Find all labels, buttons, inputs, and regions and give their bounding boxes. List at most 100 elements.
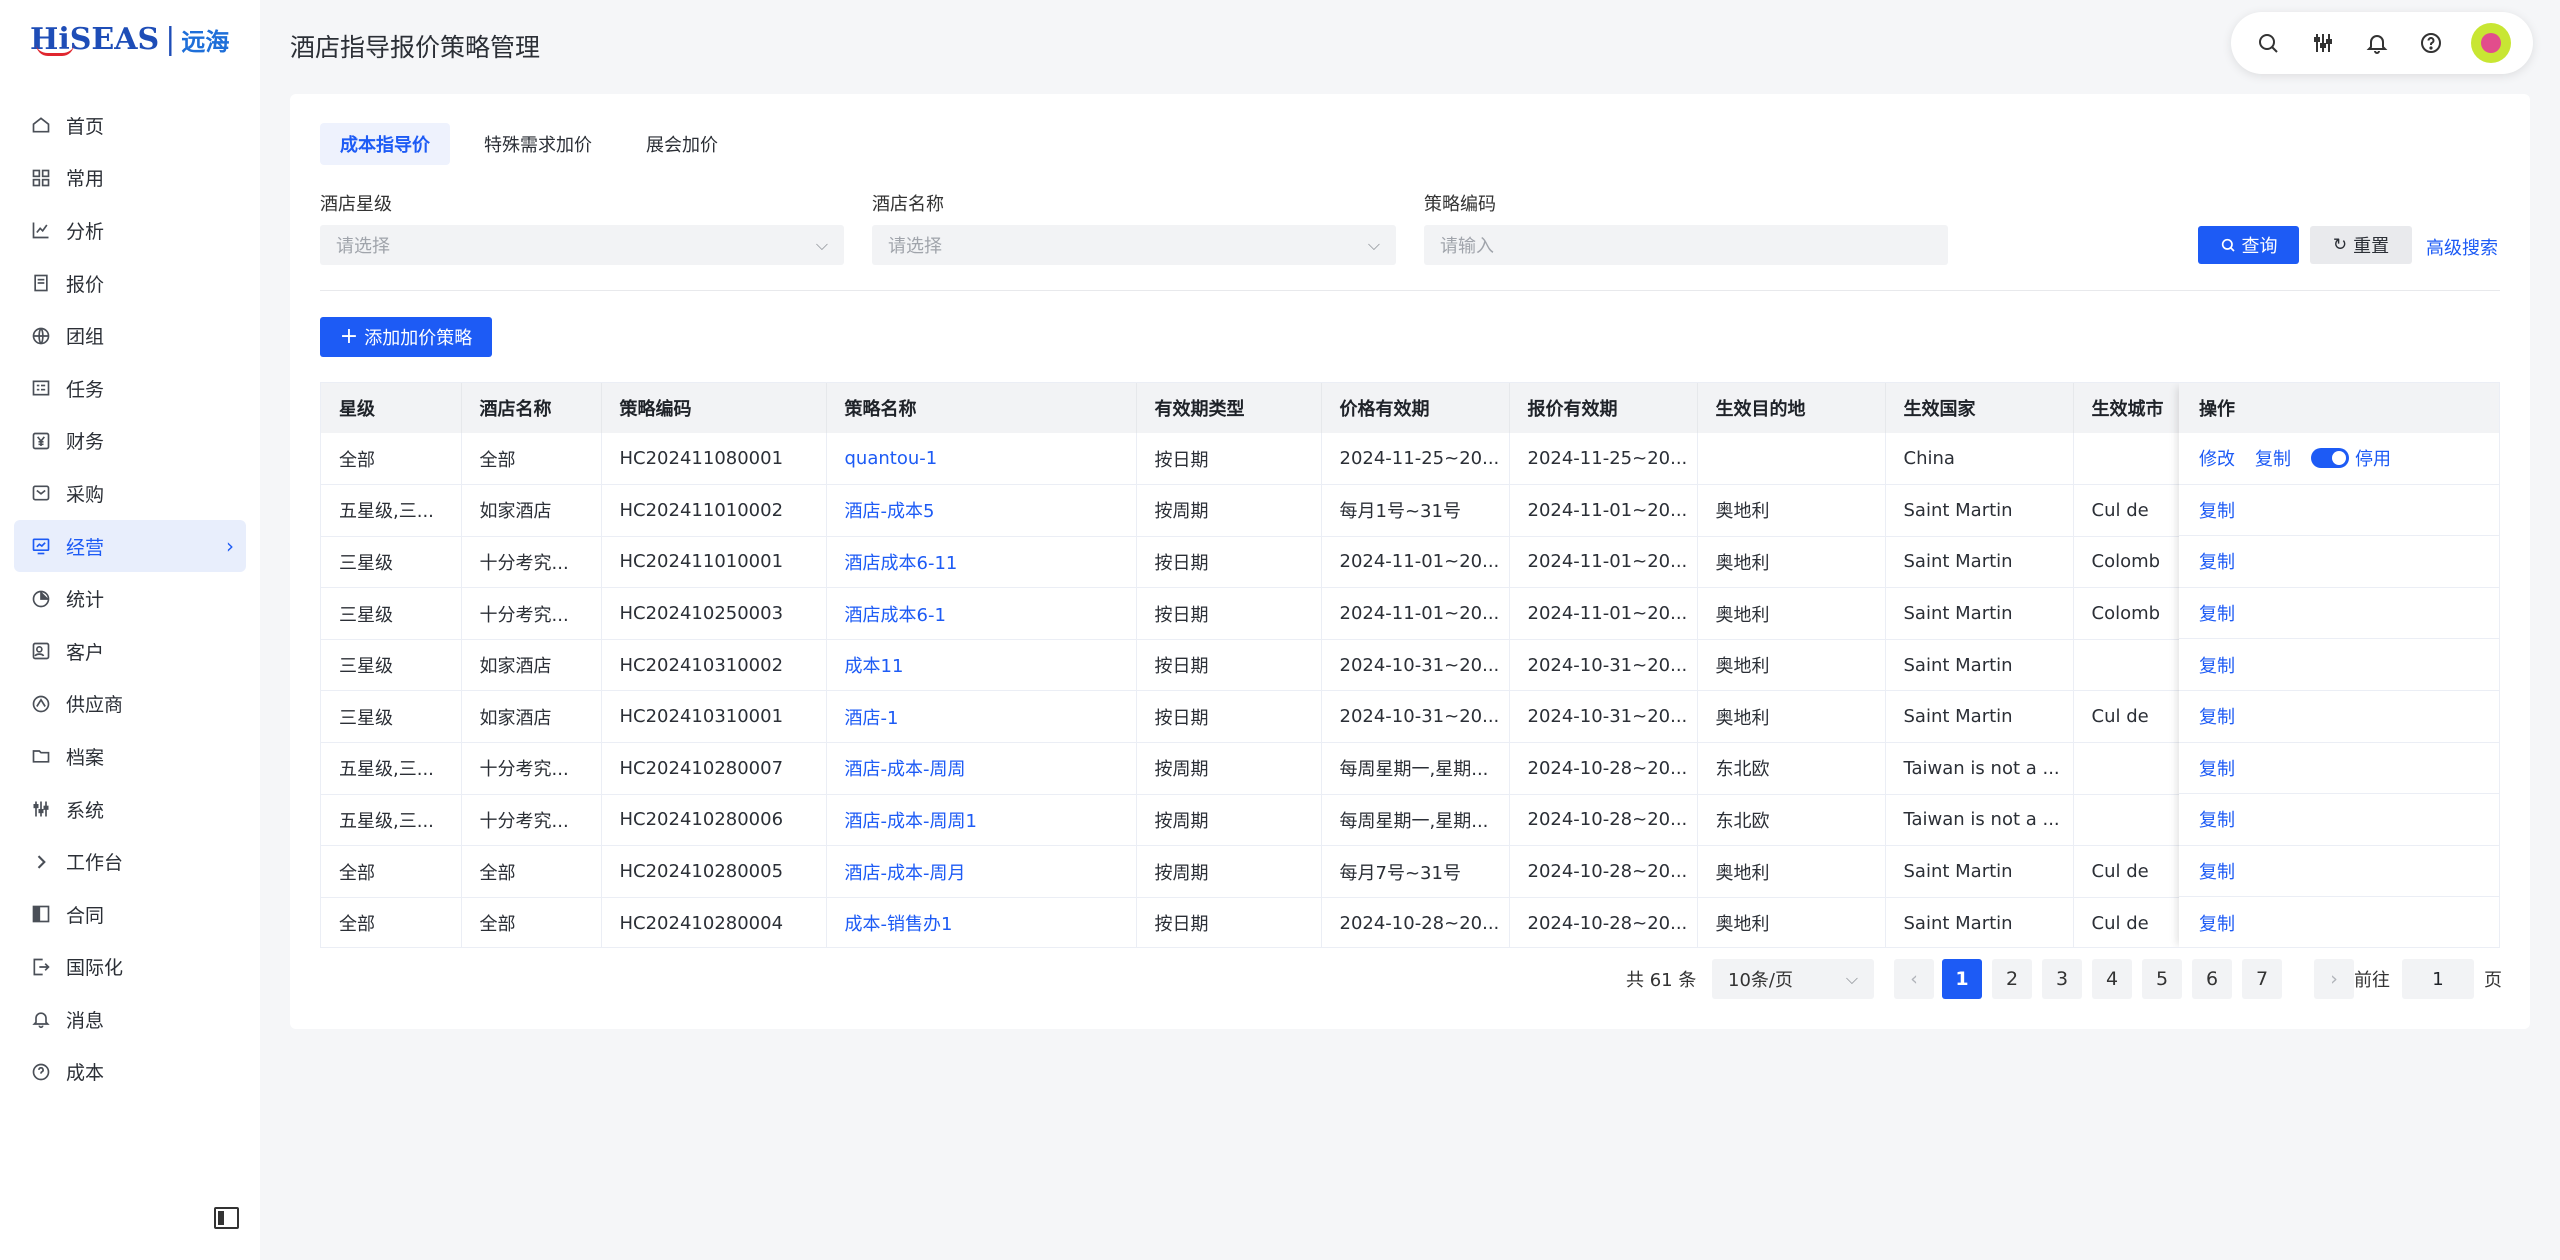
page-button-1[interactable]: 1 [1942, 959, 1982, 999]
chevron-down-icon: ⌵ [815, 235, 828, 254]
op-link-1[interactable]: 复制 [2255, 445, 2291, 471]
page-button-7[interactable]: 7 [2242, 959, 2282, 999]
exit-icon [30, 956, 52, 978]
cell-country: Saint Martin [1885, 639, 2074, 692]
advanced-search-link[interactable]: 高级搜索 [2426, 234, 2498, 260]
op-link-0[interactable]: 复制 [2199, 806, 2235, 832]
sidebar-item-10[interactable]: 客户 [14, 625, 246, 678]
op-link-0[interactable]: 复制 [2199, 703, 2235, 729]
sliders-icon [30, 798, 52, 820]
cell-code: HC202410280005 [601, 845, 827, 898]
tab-bar: 成本指导价 特殊需求加价 展会加价 [320, 123, 752, 165]
settings-sliders-icon[interactable] [2308, 28, 2338, 58]
op-link-0[interactable]: 复制 [2199, 755, 2235, 781]
pie-icon [30, 588, 52, 610]
user-avatar[interactable] [2470, 23, 2511, 63]
sidebar-item-label: 首页 [66, 115, 105, 138]
cell-quote: 2024-10-31~20... [1509, 639, 1698, 692]
cell-code: HC202410280006 [601, 794, 827, 847]
strategy-name-link[interactable]: 酒店成本6-11 [826, 536, 1137, 589]
cell-country: Saint Martin [1885, 897, 2074, 947]
cell-hotel: 全部 [461, 433, 602, 486]
page-button-5[interactable]: 5 [2142, 959, 2182, 999]
sidebar-item-17[interactable]: 消息 [14, 993, 246, 1046]
op-link-0[interactable]: 复制 [2199, 910, 2235, 936]
strategy-name-link[interactable]: 成本-销售办1 [826, 897, 1137, 947]
bell-icon[interactable] [2362, 28, 2392, 58]
page-size-select[interactable]: 10条/页 ⌵ [1712, 959, 1874, 999]
sidebar-item-11[interactable]: 供应商 [14, 678, 246, 731]
sidebar-item-0[interactable]: 首页 [14, 99, 246, 152]
strategy-name-link[interactable]: 酒店-成本-周月 [826, 845, 1137, 898]
sidebar-item-2[interactable]: 分析 [14, 204, 246, 257]
table-row: 三星级 如家酒店 HC202410310001 酒店-1 按日期 2024-10-31~2… [321, 690, 2499, 744]
sidebar-item-14[interactable]: 工作台 [14, 835, 246, 888]
op-link-0[interactable]: 复制 [2199, 858, 2235, 884]
page-button-4[interactable]: 4 [2092, 959, 2132, 999]
strategy-name-link[interactable]: 酒店-成本5 [826, 484, 1137, 537]
sidebar-item-label: 任务 [66, 378, 105, 401]
tab-cost-guide[interactable]: 成本指导价 [320, 123, 450, 165]
op-link-0[interactable]: 复制 [2199, 600, 2235, 626]
strategy-name-link[interactable]: 酒店成本6-1 [826, 587, 1137, 640]
star-filter-label: 酒店星级 [320, 194, 392, 215]
sidebar-item-label: 分析 [66, 220, 105, 243]
cell-price: 2024-11-01~20... [1321, 587, 1510, 640]
prev-page-button[interactable]: ‹ [1894, 959, 1934, 999]
column-header: 报价有效期 [1509, 383, 1698, 433]
op-link-2[interactable]: 停用 [2355, 445, 2391, 471]
sidebar-item-13[interactable]: 系统 [14, 783, 246, 836]
sidebar-item-7[interactable]: 采购 [14, 467, 246, 520]
cell-type: 按日期 [1136, 690, 1322, 744]
operations-column: 操作 修改 复制 停用 复制 复制 复制 复制 复制 复制 复制 复制 复制 [2179, 383, 2499, 947]
sidebar-collapse-icon[interactable] [214, 1207, 239, 1229]
sidebar-item-15[interactable]: 合同 [14, 888, 246, 941]
folder-icon [30, 745, 52, 767]
cart-icon [30, 482, 52, 504]
search-icon[interactable] [2253, 28, 2283, 58]
tab-exhibition[interactable]: 展会加价 [626, 123, 738, 165]
cell-dest: 奥地利 [1697, 845, 1886, 898]
reset-button[interactable]: ↻ 重置 [2310, 226, 2412, 264]
code-input[interactable]: 请输入 [1424, 225, 1948, 265]
code-filter-label: 策略编码 [1424, 194, 1496, 215]
sidebar-item-5[interactable]: 任务 [14, 362, 246, 415]
star-select[interactable]: 请选择 ⌵ [320, 225, 844, 265]
next-page-button[interactable]: › [2314, 959, 2354, 999]
sidebar-item-16[interactable]: 国际化 [14, 941, 246, 994]
sidebar-item-label: 常用 [66, 168, 105, 191]
op-link-0[interactable]: 复制 [2199, 548, 2235, 574]
sidebar-item-8[interactable]: 经营 › [14, 519, 246, 573]
strategy-name-link[interactable]: 成本11 [826, 639, 1137, 692]
sidebar-item-4[interactable]: 团组 [14, 309, 246, 362]
status-toggle[interactable] [2311, 448, 2349, 469]
hotel-select[interactable]: 请选择 ⌵ [872, 225, 1396, 265]
strategy-name-link[interactable]: 酒店-成本-周周 [826, 742, 1137, 795]
sidebar-item-18[interactable]: 成本 [14, 1046, 246, 1099]
op-link-0[interactable]: 修改 [2199, 445, 2235, 471]
op-link-0[interactable]: 复制 [2199, 652, 2235, 678]
cell-country: Taiwan is not a ... [1885, 794, 2074, 847]
ops-cell: 复制 [2179, 536, 2499, 588]
page-button-6[interactable]: 6 [2192, 959, 2232, 999]
sidebar-item-9[interactable]: 统计 [14, 572, 246, 625]
help-icon[interactable] [2416, 28, 2446, 58]
strategy-name-link[interactable]: 酒店-成本-周周1 [826, 794, 1137, 847]
strategy-name-link[interactable]: 酒店-1 [826, 690, 1137, 744]
page-button-3[interactable]: 3 [2042, 959, 2082, 999]
sidebar-item-1[interactable]: 常用 [14, 152, 246, 205]
sidebar-item-6[interactable]: 财务 [14, 415, 246, 468]
tab-special-demand[interactable]: 特殊需求加价 [464, 123, 612, 165]
sidebar-item-3[interactable]: 报价 [14, 257, 246, 310]
sidebar-item-12[interactable]: 档案 [14, 730, 246, 783]
add-strategy-button[interactable]: + 添加加价策略 [320, 317, 492, 357]
strategy-name-link[interactable]: quantou-1 [826, 433, 1137, 486]
cell-price: 2024-11-25~20... [1321, 433, 1510, 486]
table-row: 三星级 十分考究... HC202411010001 酒店成本6-11 按日期 2024-… [321, 536, 2499, 589]
op-link-0[interactable]: 复制 [2199, 497, 2235, 523]
cell-country: Saint Martin [1885, 845, 2074, 898]
query-button[interactable]: 查询 [2198, 226, 2299, 264]
sidebar-item-label: 报价 [66, 273, 105, 296]
goto-page-input[interactable]: 1 [2402, 959, 2474, 999]
page-button-2[interactable]: 2 [1992, 959, 2032, 999]
